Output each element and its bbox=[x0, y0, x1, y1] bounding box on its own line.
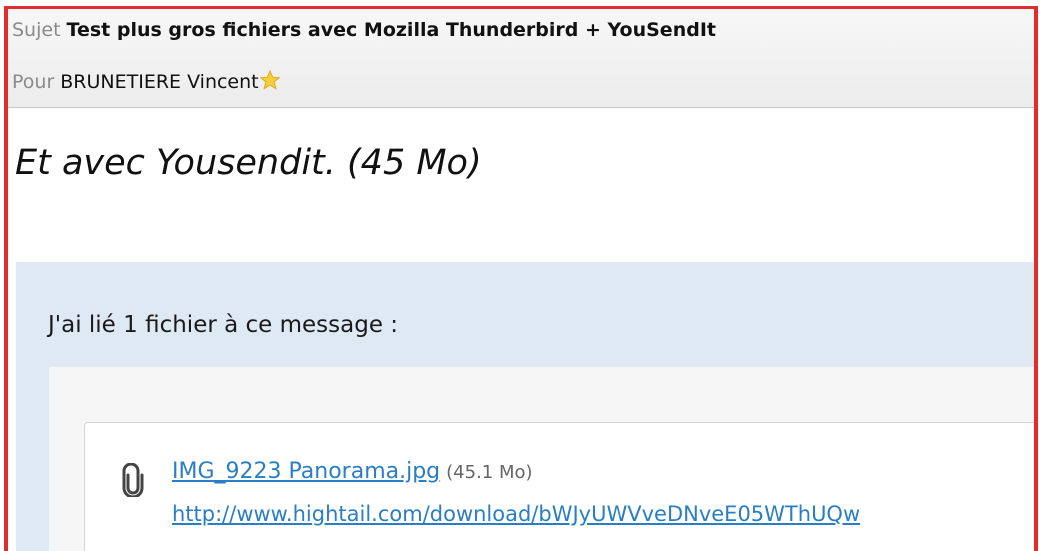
subject-label: Sujet bbox=[12, 19, 61, 41]
file-line: IMG_9223 Panorama.jpg (45.1 Mo) bbox=[172, 459, 533, 484]
paperclip-icon bbox=[120, 462, 146, 499]
attachment-inner-area: IMG_9223 Panorama.jpg (45.1 Mo) http://ww… bbox=[49, 367, 1034, 551]
attachment-panel: J'ai lié 1 fichier à ce message : IMG_92… bbox=[16, 262, 1034, 551]
file-size: (45.1 Mo) bbox=[446, 462, 533, 483]
download-url-link[interactable]: http://www.hightail.com/download/bWJyUWV… bbox=[172, 502, 860, 526]
subject-row: Sujet Test plus gros fichiers avec Mozill… bbox=[12, 19, 716, 41]
attachment-card: IMG_9223 Panorama.jpg (45.1 Mo) http://ww… bbox=[84, 422, 1034, 551]
file-name-link[interactable]: IMG_9223 Panorama.jpg bbox=[172, 459, 440, 484]
star-icon[interactable] bbox=[259, 69, 281, 91]
recipient-label: Pour bbox=[12, 71, 55, 93]
recipient-name[interactable]: BRUNETIERE Vincent bbox=[60, 71, 258, 93]
email-view: Sujet Test plus gros fichiers avec Mozill… bbox=[4, 6, 1038, 551]
subject-value: Test plus gros fichiers avec Mozilla Thu… bbox=[66, 19, 716, 41]
message-headline: Et avec Yousendit. (45 Mo) bbox=[15, 143, 482, 183]
recipient-row: Pour BRUNETIERE Vincent bbox=[12, 69, 281, 93]
message-header: Sujet Test plus gros fichiers avec Mozill… bbox=[8, 9, 1034, 108]
attachment-intro: J'ai lié 1 fichier à ce message : bbox=[48, 312, 399, 338]
